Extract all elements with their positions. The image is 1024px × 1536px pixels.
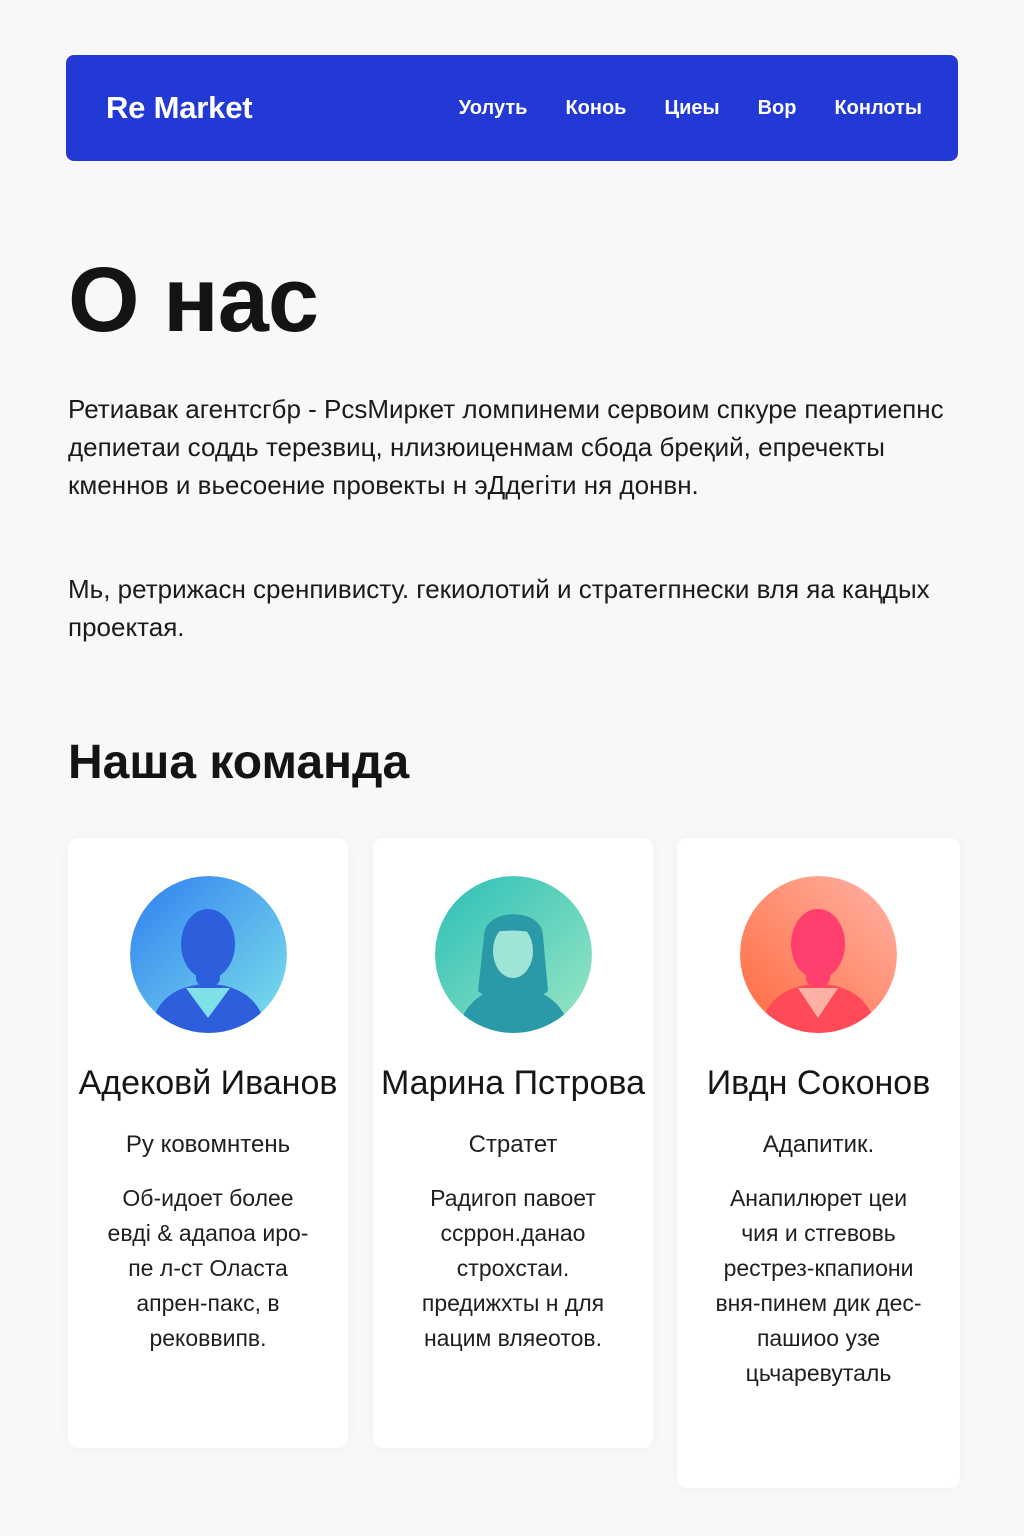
about-paragraph-2: Мь, ретрижасн сренпивисту. гекиолотий и …: [68, 574, 930, 642]
page-title: О нас: [68, 249, 319, 351]
member-role: Адапитик.: [762, 1131, 875, 1158]
nav-link-4[interactable]: Вор: [758, 97, 797, 120]
top-navbar: Re Market Уолуть Коноь Циеы Вор Конлоты: [66, 55, 958, 161]
avatar: [129, 876, 287, 1033]
male-person-icon: [129, 876, 287, 1033]
nav-link-2[interactable]: Коноь: [565, 97, 626, 120]
brand-logo[interactable]: Re Market: [106, 90, 253, 126]
nav-link-1[interactable]: Уолуть: [459, 97, 528, 120]
about-page: Re Market Уолуть Коноь Циеы Вор Конлоты …: [0, 0, 1024, 1536]
team-member-card: Ивдн Соконов Адапитик. Анапилюрет цеи чи…: [677, 838, 960, 1488]
member-bio: Радигоп павоет ссррон.данао строхстаи. п…: [421, 1185, 605, 1351]
member-name: Марина Пстрова: [380, 1064, 646, 1102]
about-paragraph-1: Ретиавак агентсгбр - РсѕМиркет ломпинеми…: [68, 394, 944, 500]
member-role: Ру ковомнтень: [125, 1131, 291, 1158]
male-person-icon: [740, 876, 897, 1033]
member-bio: Анапилюрет цеи чия и стгевовь рестрез-кп…: [715, 1185, 922, 1386]
team-member-card: Адековй Иванов Ру ковомнтень Об-идоет бо…: [68, 838, 348, 1448]
nav-link-5[interactable]: Конлоты: [834, 97, 922, 120]
avatar: [434, 876, 592, 1033]
member-name: Адековй Иванов: [78, 1064, 338, 1102]
female-person-icon: [434, 876, 592, 1033]
member-bio: Об-идоет более евді & адапоа иро-пе л-ст…: [107, 1185, 309, 1351]
team-section-title: Наша команда: [68, 736, 410, 789]
nav-links: Уолуть Коноь Циеы Вор Конлоты: [459, 97, 922, 120]
member-name: Ивдн Соконов: [706, 1064, 931, 1102]
nav-link-3[interactable]: Циеы: [664, 97, 719, 120]
team-member-card: Марина Пстрова Стратет Радигоп павоет сс…: [373, 838, 653, 1448]
member-role: Стратет: [468, 1131, 558, 1158]
avatar: [740, 876, 897, 1033]
